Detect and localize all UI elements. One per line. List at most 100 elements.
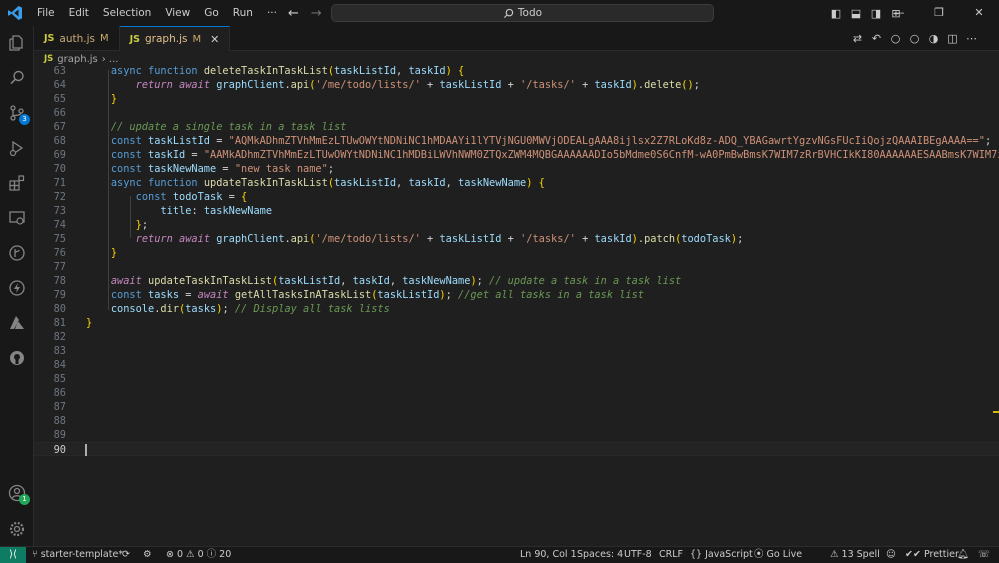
- toggle-panel-icon[interactable]: ⬓: [846, 7, 866, 20]
- code-text: const taskListId = "AQMkADhmZTVhMmEzLTUw…: [110, 135, 992, 147]
- menu-item-file[interactable]: File: [30, 0, 62, 26]
- branch-indicator[interactable]: ⑂ starter-template*: [32, 547, 123, 563]
- double-check-icon: ✔✔: [905, 549, 924, 560]
- menu-item-selection[interactable]: Selection: [96, 0, 158, 26]
- spell-check-indicator[interactable]: ⚠ 13 Spell: [830, 547, 880, 563]
- code-line[interactable]: 70 const taskNewName = "new task name";: [34, 162, 999, 176]
- code-line[interactable]: 69 const taskId = "AAMkADhmZTVhMmEzLTUwO…: [34, 148, 999, 162]
- thunder-icon[interactable]: [0, 273, 34, 303]
- end-of-line[interactable]: CRLF: [659, 547, 683, 563]
- copilot-icon[interactable]: ☺: [886, 547, 896, 563]
- code-line[interactable]: 77: [34, 260, 999, 274]
- encoding[interactable]: UTF-8: [624, 547, 652, 563]
- command-center-search[interactable]: Todo: [331, 4, 714, 22]
- code-line[interactable]: 88: [34, 414, 999, 428]
- line-number: 67: [53, 121, 66, 133]
- git-lens-icon[interactable]: [0, 238, 34, 268]
- code-line[interactable]: 80 console.dir(tasks); // Display all ta…: [34, 302, 999, 316]
- tab-graph-js[interactable]: JS graph.js M ✕: [119, 26, 231, 51]
- next-change-icon[interactable]: ○: [907, 32, 922, 45]
- line-number: 63: [53, 65, 66, 77]
- editor-tabs: JS auth.js M JS graph.js M ✕ ⇄ ↶ ○ ○ ◑ ◫…: [34, 26, 999, 51]
- code-line[interactable]: 78 await updateTaskInTaskList(taskListId…: [34, 274, 999, 288]
- menu-item-edit[interactable]: Edit: [62, 0, 96, 26]
- compare-changes-icon[interactable]: ⇄: [850, 32, 865, 45]
- code-line[interactable]: 82: [34, 330, 999, 344]
- close-tab-icon[interactable]: ✕: [210, 33, 219, 46]
- search-icon[interactable]: [0, 63, 34, 93]
- line-number: 84: [53, 359, 66, 371]
- code-line[interactable]: 89: [34, 428, 999, 442]
- more-actions-icon[interactable]: ⋯: [964, 32, 979, 45]
- cursor-position[interactable]: Ln 90, Col 1: [520, 547, 577, 563]
- go-back-change-icon[interactable]: ↶: [869, 32, 884, 45]
- line-number: 75: [53, 233, 66, 245]
- code-line[interactable]: 73 title: taskNewName: [34, 204, 999, 218]
- open-changes-icon[interactable]: ◑: [926, 32, 941, 45]
- code-line[interactable]: 76 }: [34, 246, 999, 260]
- tab-label: auth.js: [59, 32, 95, 45]
- sync-icon[interactable]: ⟳: [122, 547, 130, 563]
- azure-icon[interactable]: [0, 308, 34, 338]
- code-text: }: [86, 317, 93, 329]
- go-live-button[interactable]: ⦿ Go Live: [754, 547, 802, 563]
- code-line[interactable]: 84: [34, 358, 999, 372]
- activity-bar: 3 1: [0, 26, 34, 546]
- code-line[interactable]: 83: [34, 344, 999, 358]
- code-line[interactable]: 65 }: [34, 92, 999, 106]
- line-number: 85: [53, 373, 66, 385]
- publish-icon[interactable]: ⚙: [143, 547, 152, 563]
- code-line[interactable]: 63 async function deleteTaskInTaskList(t…: [34, 64, 999, 78]
- toggle-primary-sidebar-icon[interactable]: ◧: [826, 7, 846, 20]
- code-line[interactable]: 72 const todoTask = {: [34, 190, 999, 204]
- code-line[interactable]: 66: [34, 106, 999, 120]
- code-line[interactable]: 64 return await graphClient.api('/me/tod…: [34, 78, 999, 92]
- menu-item-run[interactable]: Run: [226, 0, 260, 26]
- feedback-icon[interactable]: ☏: [978, 547, 990, 563]
- code-line[interactable]: 81}: [34, 316, 999, 330]
- settings-icon[interactable]: [0, 514, 34, 544]
- line-number: 89: [53, 429, 66, 441]
- problems-indicator[interactable]: ⊗ 0 ⚠ 0 ⓘ 20: [166, 547, 231, 563]
- code-line[interactable]: 74 };: [34, 218, 999, 232]
- code-line[interactable]: 75 return await graphClient.api('/me/tod…: [34, 232, 999, 246]
- github-icon[interactable]: [0, 343, 34, 373]
- explorer-icon[interactable]: [0, 28, 34, 58]
- split-editor-icon[interactable]: ◫: [945, 32, 960, 45]
- code-line[interactable]: 85: [34, 372, 999, 386]
- forward-arrow-icon[interactable]: →: [311, 6, 322, 21]
- editor-actions: ⇄ ↶ ○ ○ ◑ ◫ ⋯: [850, 26, 979, 51]
- source-control-icon[interactable]: 3: [0, 98, 34, 128]
- extensions-icon[interactable]: [0, 168, 34, 198]
- scm-badge: 3: [19, 114, 30, 125]
- close-window-icon[interactable]: ✕: [959, 0, 999, 26]
- language-mode[interactable]: {} JavaScript: [690, 547, 753, 563]
- code-line[interactable]: 87: [34, 400, 999, 414]
- code-line[interactable]: 86: [34, 386, 999, 400]
- notifications-icon[interactable]: 🔔︎: [957, 547, 969, 563]
- menu-item-more[interactable]: ···: [260, 0, 284, 26]
- remote-explorer-icon[interactable]: [0, 203, 34, 233]
- code-line[interactable]: 71 async function updateTaskInTaskList(t…: [34, 176, 999, 190]
- code-text: async function updateTaskInTaskList(task…: [110, 177, 545, 189]
- restore-icon[interactable]: ❐: [919, 0, 959, 26]
- menu-item-view[interactable]: View: [158, 0, 197, 26]
- code-editor[interactable]: 63 async function deleteTaskInTaskList(t…: [34, 62, 999, 462]
- previous-change-icon[interactable]: ○: [888, 32, 903, 45]
- remote-indicator-icon[interactable]: ⟩⟨: [0, 547, 26, 563]
- tab-auth-js[interactable]: JS auth.js M: [34, 26, 120, 51]
- run-debug-icon[interactable]: [0, 133, 34, 163]
- search-label: Todo: [517, 7, 543, 19]
- code-text: title: taskNewName: [160, 205, 273, 217]
- code-line[interactable]: 90: [34, 442, 999, 456]
- prettier-indicator[interactable]: ✔✔ Prettier: [905, 547, 959, 563]
- menu-item-go[interactable]: Go: [197, 0, 226, 26]
- code-line[interactable]: 68 const taskListId = "AQMkADhmZTVhMmEzL…: [34, 134, 999, 148]
- code-line[interactable]: 79 const tasks = await getAllTasksInATas…: [34, 288, 999, 302]
- back-arrow-icon[interactable]: ←: [288, 6, 299, 21]
- code-line[interactable]: 67 // update a single task in a task lis…: [34, 120, 999, 134]
- broadcast-icon: ⦿: [754, 549, 767, 560]
- minimize-icon[interactable]: —: [879, 0, 919, 26]
- account-icon[interactable]: 1: [0, 478, 34, 508]
- indentation[interactable]: Spaces: 4: [577, 547, 623, 563]
